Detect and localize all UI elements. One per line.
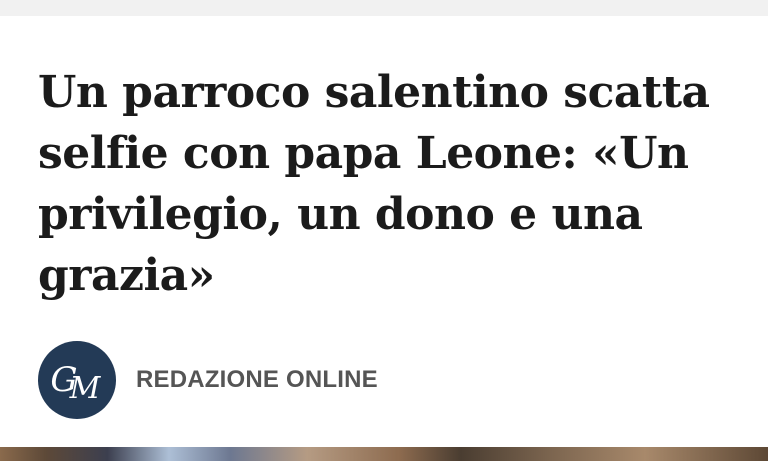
hero-image	[0, 447, 768, 461]
top-bar	[0, 0, 768, 16]
article-page: Un parroco salentino scatta selfie con p…	[0, 0, 768, 461]
author-name[interactable]: REDAZIONE ONLINE	[136, 366, 378, 394]
publisher-logo-icon[interactable]: G M	[38, 341, 116, 419]
headline-line: selfie con papa Leone: «Un	[38, 128, 689, 179]
svg-text:M: M	[69, 371, 102, 406]
byline[interactable]: G M REDAZIONE ONLINE	[38, 341, 378, 419]
headline-line: privilegio, un dono e una	[38, 189, 643, 240]
headline-line: grazia»	[38, 250, 215, 301]
gm-monogram: G M	[50, 360, 102, 406]
article-headline: Un parroco salentino scatta selfie con p…	[38, 62, 750, 306]
headline-line: Un parroco salentino scatta	[38, 67, 710, 118]
